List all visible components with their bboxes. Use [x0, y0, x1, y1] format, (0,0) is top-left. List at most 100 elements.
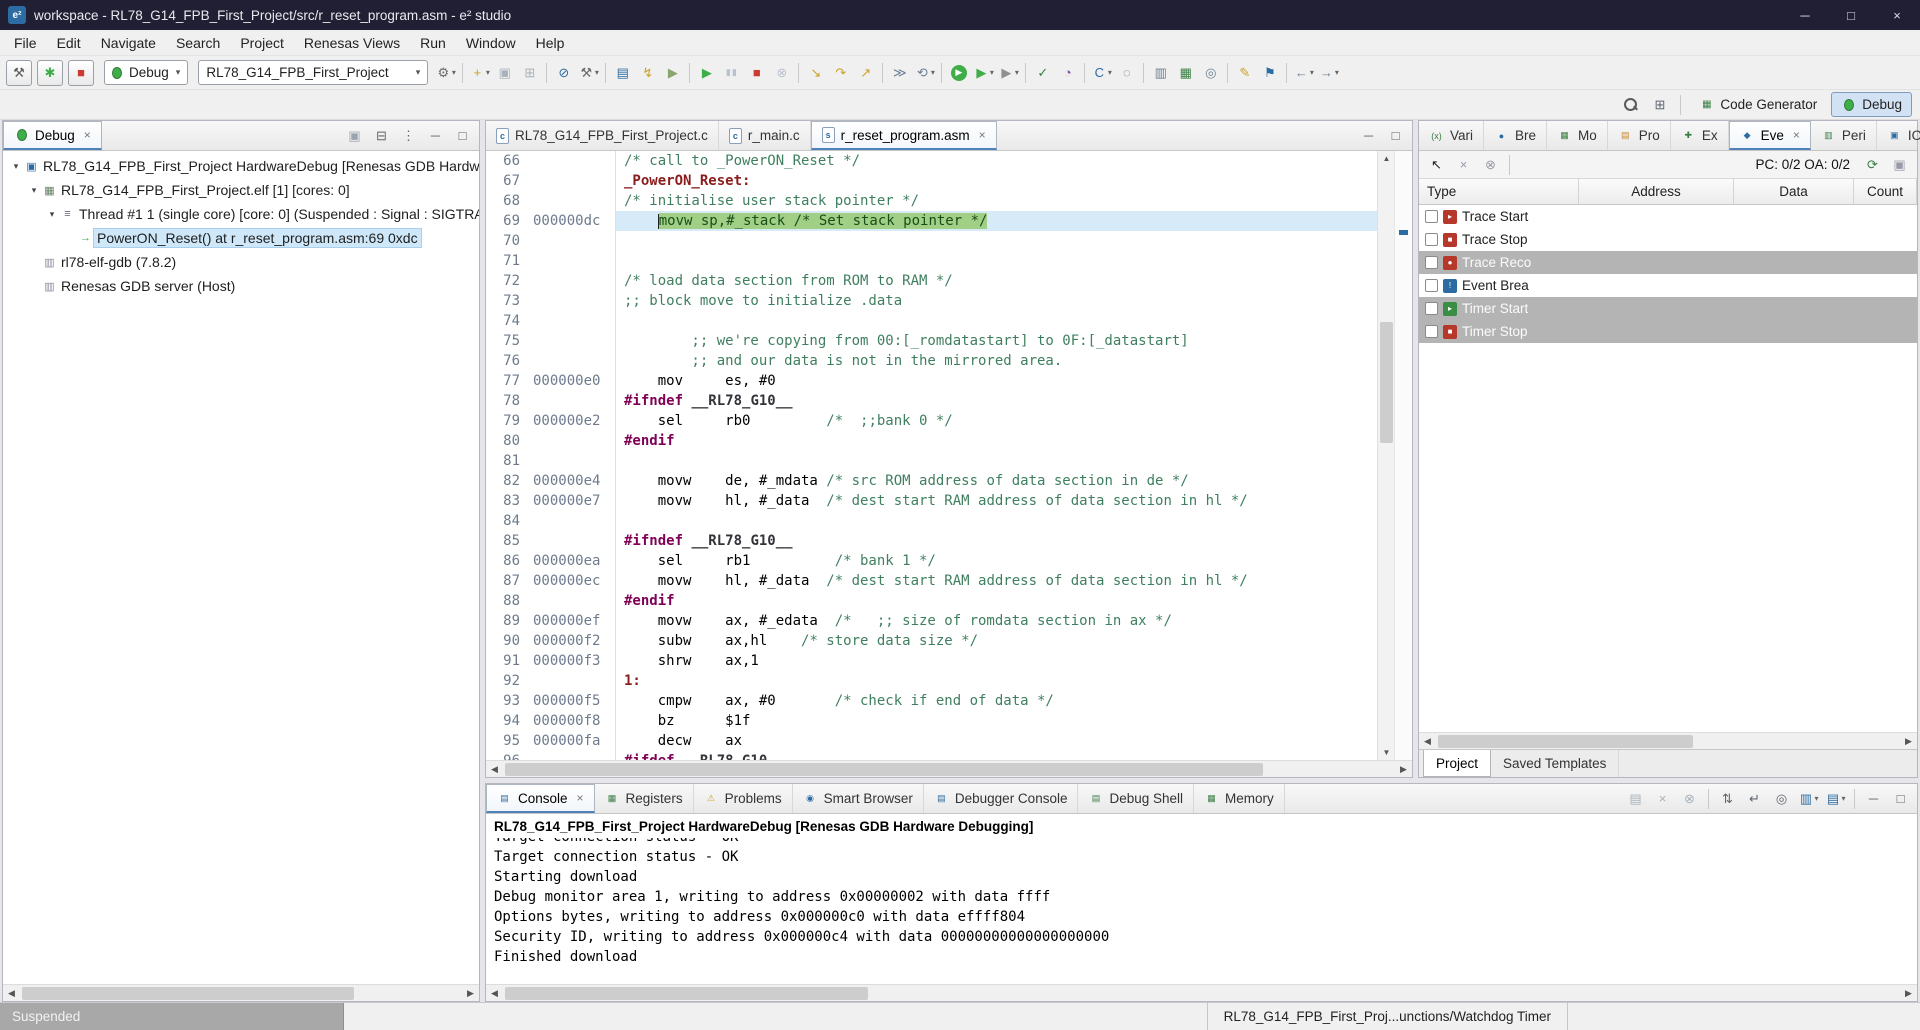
- debug-tree-item[interactable]: ▾▣RL78_G14_FPB_First_Project HardwareDeb…: [3, 154, 479, 178]
- debug-view-hscrollbar[interactable]: ◀ ▶: [3, 984, 479, 1001]
- menu-window[interactable]: Window: [456, 32, 526, 54]
- scroll-right-icon[interactable]: ▶: [462, 985, 479, 1002]
- code-line[interactable]: 88#endif: [486, 591, 1377, 611]
- annotation-icon[interactable]: ✎: [1232, 60, 1257, 85]
- minimize-icon[interactable]: ─: [1356, 123, 1381, 148]
- close-icon[interactable]: ×: [1793, 128, 1800, 142]
- debug-tree-item[interactable]: ▥rl78-elf-gdb (7.8.2): [3, 250, 479, 274]
- code-line[interactable]: 81: [486, 451, 1377, 471]
- maximize-window-button[interactable]: □: [1828, 0, 1874, 30]
- tab-problems[interactable]: ⚠Problems: [694, 784, 793, 813]
- tab-mo[interactable]: ▦Mo: [1547, 121, 1608, 150]
- external-tools-icon[interactable]: ▶▾: [996, 60, 1021, 85]
- column-header-count[interactable]: Count: [1854, 179, 1917, 204]
- scroll-left-icon[interactable]: ◀: [486, 761, 503, 778]
- editor-vscrollbar[interactable]: ▲ ▼: [1377, 151, 1394, 760]
- maximize-icon[interactable]: □: [450, 123, 475, 148]
- menu-help[interactable]: Help: [526, 32, 575, 54]
- code-line[interactable]: 89000000ef movw ax, #_edata /* ;; size o…: [486, 611, 1377, 631]
- connect-icon[interactable]: ▣: [342, 123, 367, 148]
- code-line[interactable]: 67_PowerON_Reset:: [486, 171, 1377, 191]
- resume-icon[interactable]: ▶: [694, 60, 719, 85]
- close-icon[interactable]: ×: [84, 128, 91, 142]
- open-element-icon[interactable]: ◌: [1114, 60, 1139, 85]
- new-wizard-icon[interactable]: +▾: [467, 60, 492, 85]
- back-icon[interactable]: ←▾: [1291, 60, 1316, 85]
- scroll-up-icon[interactable]: ▲: [1378, 151, 1395, 166]
- minimize-window-button[interactable]: ─: [1782, 0, 1828, 30]
- memory-view-icon[interactable]: ▦: [1173, 60, 1198, 85]
- event-row[interactable]: ▸Timer Start: [1419, 297, 1917, 320]
- suspend-icon[interactable]: ▮▮: [719, 60, 744, 85]
- menu-run[interactable]: Run: [410, 32, 456, 54]
- menu-file[interactable]: File: [4, 32, 47, 54]
- remove-launch-icon[interactable]: ×: [1650, 786, 1675, 811]
- step-return-icon[interactable]: ↗: [853, 60, 878, 85]
- code-analysis-icon[interactable]: ✓: [1030, 60, 1055, 85]
- events-hscrollbar[interactable]: ◀ ▶: [1419, 732, 1917, 749]
- open-perspective-icon[interactable]: ⊞: [1647, 92, 1672, 117]
- event-checkbox[interactable]: [1425, 302, 1438, 315]
- expander-icon[interactable]: ▾: [45, 209, 59, 220]
- search-icon[interactable]: [1618, 92, 1643, 117]
- code-line[interactable]: 79000000e2 sel rb0 /* ;;bank 0 */: [486, 411, 1377, 431]
- code-line[interactable]: 75 ;; we're copying from 00:[_romdatasta…: [486, 331, 1377, 351]
- reset-icon[interactable]: ⟲▾: [912, 60, 937, 85]
- expander-icon[interactable]: ▾: [27, 185, 41, 196]
- flash-program-icon[interactable]: ↯: [635, 60, 660, 85]
- code-line[interactable]: 74: [486, 311, 1377, 331]
- code-line[interactable]: 66/* call to _PowerON_Reset */: [486, 151, 1377, 171]
- code-line[interactable]: 84: [486, 511, 1377, 531]
- close-window-button[interactable]: ×: [1874, 0, 1920, 30]
- minimize-icon[interactable]: ─: [1861, 786, 1886, 811]
- code-line[interactable]: 91000000f3 shrw ax,1: [486, 651, 1377, 671]
- tab-peri[interactable]: ▥Peri: [1811, 121, 1877, 150]
- column-header-data[interactable]: Data: [1734, 179, 1854, 204]
- code-line[interactable]: 72/* load data section from ROM to RAM *…: [486, 271, 1377, 291]
- code-line[interactable]: 94000000f8 bz $1f: [486, 711, 1377, 731]
- tab-debugger-console[interactable]: ▤Debugger Console: [924, 784, 1079, 813]
- tab-debug[interactable]: Debug ×: [3, 121, 102, 150]
- code-lines[interactable]: 66/* call to _PowerON_Reset */67_PowerON…: [486, 151, 1377, 760]
- tab-ex[interactable]: ✚Ex: [1671, 121, 1729, 150]
- code-line[interactable]: 93000000f5 cmpw ax, #0 /* check if end o…: [486, 691, 1377, 711]
- view-menu-icon[interactable]: ⋮: [396, 123, 421, 148]
- tab-io[interactable]: ▣IO: [1877, 121, 1920, 150]
- code-line[interactable]: 921:: [486, 671, 1377, 691]
- scroll-down-icon[interactable]: ▼: [1378, 745, 1395, 760]
- code-line[interactable]: 86000000ea sel rb1 /* bank 1 */: [486, 551, 1377, 571]
- disconnect-icon[interactable]: ⊗: [769, 60, 794, 85]
- new-console-icon[interactable]: ▤: [610, 60, 635, 85]
- word-wrap-icon[interactable]: ↵: [1742, 786, 1767, 811]
- console-hscrollbar[interactable]: ◀ ▶: [486, 984, 1917, 1001]
- save-all-icon[interactable]: ⊞: [517, 60, 542, 85]
- forward-icon[interactable]: →▾: [1316, 60, 1341, 85]
- code-line[interactable]: 78#ifndef __RL78_G10__: [486, 391, 1377, 411]
- tab-debug-shell[interactable]: ▤Debug Shell: [1078, 784, 1194, 813]
- code-line[interactable]: 70: [486, 231, 1377, 251]
- display-console-icon[interactable]: ▥▾: [1796, 786, 1821, 811]
- launch-terminate-icon[interactable]: ■: [68, 60, 94, 86]
- event-row[interactable]: !Event Brea: [1419, 274, 1917, 297]
- step-over-icon[interactable]: ↷: [828, 60, 853, 85]
- code-line[interactable]: 73;; block move to initialize .data: [486, 291, 1377, 311]
- event-row[interactable]: ●Trace Reco: [1419, 251, 1917, 274]
- skip-breakpoints-icon[interactable]: ⊘: [551, 60, 576, 85]
- instruction-stepping-icon[interactable]: ≫: [887, 60, 912, 85]
- tab-smart-browser[interactable]: ◉Smart Browser: [793, 784, 924, 813]
- delete-event-icon[interactable]: ×: [1451, 152, 1476, 177]
- remove-all-launches-icon[interactable]: ⊗: [1677, 786, 1702, 811]
- menu-project[interactable]: Project: [230, 32, 294, 54]
- pin-console-icon[interactable]: ◎: [1769, 786, 1794, 811]
- event-checkbox[interactable]: [1425, 210, 1438, 223]
- code-line[interactable]: 76 ;; and our data is not in the mirrore…: [486, 351, 1377, 371]
- event-checkbox[interactable]: [1425, 279, 1438, 292]
- minimize-icon[interactable]: ─: [423, 123, 448, 148]
- code-line[interactable]: 80#endif: [486, 431, 1377, 451]
- tab-eve[interactable]: ◆Eve×: [1729, 121, 1811, 150]
- run-history-icon[interactable]: ▶▾: [971, 60, 996, 85]
- tab-rl78-g14-fpb-first-project-c[interactable]: cRL78_G14_FPB_First_Project.c: [486, 121, 719, 150]
- save-icon[interactable]: ▣: [492, 60, 517, 85]
- event-checkbox[interactable]: [1425, 233, 1438, 246]
- terminate-icon[interactable]: ■: [744, 60, 769, 85]
